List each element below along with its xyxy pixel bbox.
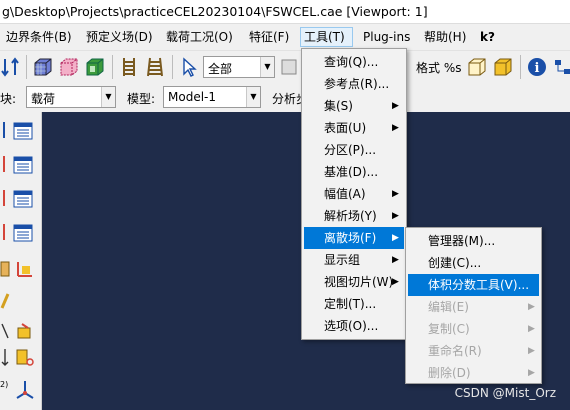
bc-manager-icon[interactable]	[12, 154, 34, 176]
load-arrow-icon[interactable]	[0, 120, 8, 142]
axis-index-icon: 2)	[0, 380, 9, 389]
menu-tools[interactable]: 工具(T)	[300, 27, 353, 47]
menu-item-datum[interactable]: 基准(D)...	[304, 161, 404, 183]
submenu-item-volume-fraction-tool[interactable]: 体积分数工具(V)...	[408, 274, 539, 296]
selection-filter-combo[interactable]: 全部 ▼	[203, 56, 275, 78]
menu-item-set[interactable]: 集(S) ▶	[304, 95, 404, 117]
toolbox-panel: 2)	[0, 112, 42, 410]
move-icon[interactable]	[0, 346, 10, 368]
module-label: 块:	[0, 92, 17, 106]
menu-item-options[interactable]: 选项(O)...	[304, 315, 404, 337]
case-manager-icon[interactable]	[12, 222, 34, 244]
menu-help[interactable]: 帮助(H)	[421, 27, 469, 47]
ladder-icon[interactable]	[118, 56, 140, 78]
menu-predefined-fields[interactable]: 预定义场(D)	[83, 27, 156, 47]
window-title: g\Desktop\Projects\practiceCEL20230104\F…	[2, 4, 428, 19]
load-manager-icon[interactable]	[12, 120, 34, 142]
submenu-arrow-icon: ▶	[528, 324, 535, 334]
tools-menu: 查询(Q)... 参考点(R)... 集(S) ▶ 表面(U) ▶ 分区(P)...…	[301, 48, 407, 340]
model-value: Model-1	[168, 90, 216, 104]
bc-arrow-icon[interactable]	[0, 154, 8, 176]
datum-csys-icon[interactable]	[14, 258, 36, 280]
submenu-arrow-icon: ▶	[392, 189, 399, 199]
solid-cube-icon[interactable]	[84, 56, 106, 78]
submenu-item-edit: 编辑(E) ▶	[408, 296, 539, 318]
selection-filter-value: 全部	[208, 62, 233, 76]
model-combo[interactable]: Model-1 ▼	[163, 86, 261, 108]
wire-cube-icon[interactable]	[58, 56, 80, 78]
context-toolbar: 块: 载荷 ▼ 模型: Model-1 ▼ 分析步	[0, 82, 570, 112]
submenu-arrow-icon: ▶	[392, 277, 399, 287]
coordinate-axes-icon[interactable]	[14, 378, 36, 400]
chevron-down-icon: ▼	[260, 57, 274, 77]
submenu-arrow-icon: ▶	[528, 302, 535, 312]
box-outline-icon[interactable]	[466, 56, 488, 78]
mesh-cube-icon[interactable]	[32, 56, 54, 78]
info-icon[interactable]: i	[526, 56, 548, 78]
pencil-icon[interactable]	[0, 290, 10, 312]
chevron-down-icon: ▼	[246, 87, 260, 107]
menu-item-amplitude[interactable]: 幅值(A) ▶	[304, 183, 404, 205]
menu-item-partition[interactable]: 分区(P)...	[304, 139, 404, 161]
submenu-item-rename: 重命名(R) ▶	[408, 340, 539, 362]
menu-plugins[interactable]: Plug-ins	[360, 27, 413, 47]
module-value: 载荷	[31, 92, 56, 106]
cut-icon[interactable]	[14, 346, 36, 368]
context-help-icon[interactable]: k?	[477, 27, 498, 47]
format-label: 格式 %s	[416, 61, 462, 75]
submenu-item-manager[interactable]: 管理器(M)...	[408, 230, 539, 252]
field-arrow-icon[interactable]	[0, 188, 8, 210]
submenu-arrow-icon: ▶	[392, 233, 399, 243]
ladder-shaded-icon[interactable]	[144, 56, 166, 78]
menu-item-view-cut[interactable]: 视图切片(W) ▶	[304, 271, 404, 293]
box-solid-icon[interactable]	[492, 56, 514, 78]
submenu-arrow-icon: ▶	[392, 211, 399, 221]
menu-item-query[interactable]: 查询(Q)...	[304, 51, 404, 73]
menu-item-discrete-field[interactable]: 离散场(F) ▶	[304, 227, 404, 249]
tree-icon[interactable]	[552, 56, 570, 78]
discrete-field-submenu: 管理器(M)... 创建(C)... 体积分数工具(V)... 编辑(E) ▶ 复…	[405, 227, 542, 384]
menu-item-surface[interactable]: 表面(U) ▶	[304, 117, 404, 139]
submenu-arrow-icon: ▶	[528, 368, 535, 378]
submenu-item-create[interactable]: 创建(C)...	[408, 252, 539, 274]
svg-text:i: i	[535, 61, 540, 76]
submenu-arrow-icon: ▶	[392, 255, 399, 265]
model-label: 模型:	[127, 92, 156, 106]
axis-icon[interactable]	[0, 320, 10, 342]
sort-arrows-icon[interactable]	[0, 56, 22, 78]
menu-boundary-conditions[interactable]: 边界条件(B)	[3, 27, 75, 47]
partition-icon[interactable]	[0, 258, 10, 280]
field-manager-icon[interactable]	[12, 188, 34, 210]
menu-features[interactable]: 特征(F)	[246, 27, 292, 47]
title-bar: g\Desktop\Projects\practiceCEL20230104\F…	[0, 0, 570, 24]
menu-item-reference-point[interactable]: 参考点(R)...	[304, 73, 404, 95]
submenu-arrow-icon: ▶	[392, 101, 399, 111]
module-combo[interactable]: 载荷 ▼	[26, 86, 116, 108]
submenu-arrow-icon: ▶	[392, 123, 399, 133]
transform-icon[interactable]	[14, 320, 36, 342]
menu-load-cases[interactable]: 载荷工况(O)	[163, 27, 236, 47]
case-arrow-icon[interactable]	[0, 222, 8, 244]
menu-bar: 边界条件(B) 预定义场(D) 载荷工况(O) 特征(F) 工具(T) Plug…	[0, 24, 570, 50]
select-cursor-icon[interactable]	[178, 56, 200, 78]
watermark: CSDN @Mist_Orz	[454, 386, 556, 400]
submenu-item-delete: 删除(D) ▶	[408, 362, 539, 384]
chevron-down-icon: ▼	[101, 87, 115, 107]
menu-item-display-group[interactable]: 显示组 ▶	[304, 249, 404, 271]
main-toolbar: 全部 ▼ 格式 %s i	[0, 50, 570, 82]
submenu-arrow-icon: ▶	[528, 346, 535, 356]
grid-select-icon[interactable]	[278, 56, 300, 78]
menu-item-customize[interactable]: 定制(T)...	[304, 293, 404, 315]
menu-item-analytical-field[interactable]: 解析场(Y) ▶	[304, 205, 404, 227]
submenu-item-copy: 复制(C) ▶	[408, 318, 539, 340]
